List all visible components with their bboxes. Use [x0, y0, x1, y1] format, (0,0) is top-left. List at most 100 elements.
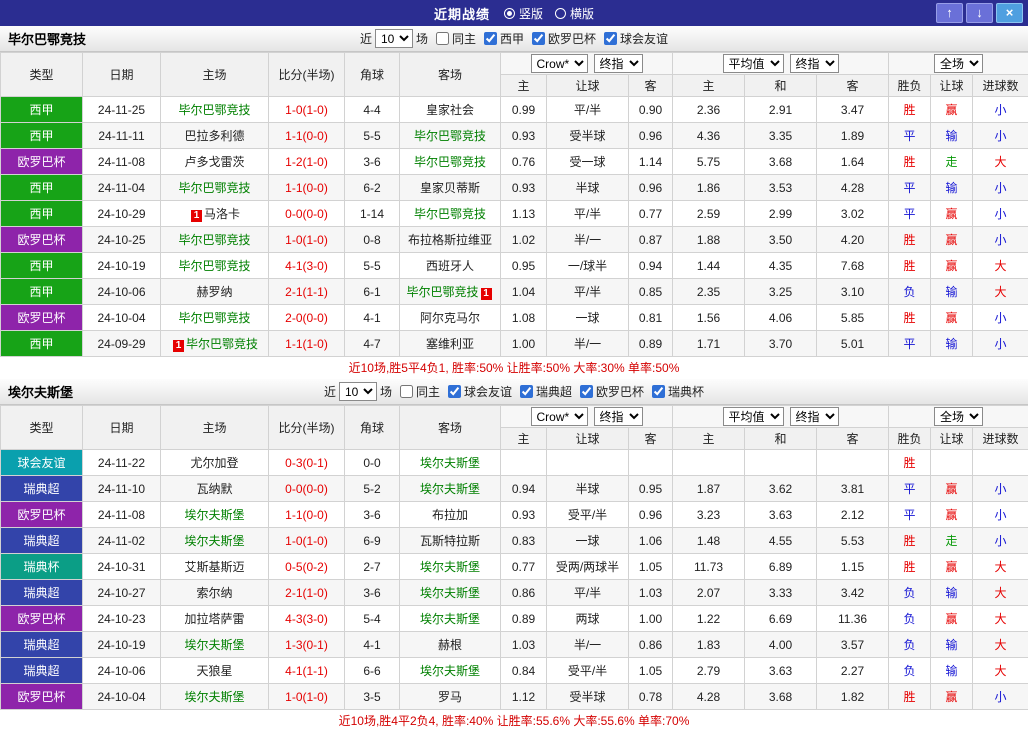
avg-draw: 3.62 [744, 475, 818, 502]
layout-radio-horizontal[interactable]: 横版 [555, 5, 594, 22]
match-score: 1-1(0-0) [268, 501, 345, 528]
filter-checkbox[interactable] [447, 385, 461, 398]
filter-checkbox-item[interactable]: 同主 [399, 383, 440, 400]
match-score: 1-2(1-0) [268, 148, 345, 175]
filter-checkbox[interactable] [580, 385, 594, 398]
home-team-name: 埃尔夫斯堡 [184, 508, 245, 522]
move-down-button[interactable]: ↓ [966, 3, 993, 23]
column-subheader: 胜负 [888, 427, 932, 450]
avg-away: 1.82 [816, 683, 890, 710]
scope-select[interactable]: 全场 [934, 54, 984, 73]
avg-home: 1.86 [672, 174, 746, 201]
match-date: 24-11-08 [82, 148, 161, 175]
filter-checkbox-label: 同主 [451, 32, 476, 46]
away-team: 埃尔夫斯堡 [399, 553, 501, 580]
column-subheader: 客 [816, 427, 890, 450]
scope-select[interactable]: 全场 [934, 407, 984, 426]
close-button[interactable]: × [996, 3, 1023, 23]
column-header: 比分(半场) [268, 52, 345, 97]
league-badge: 西甲 [0, 200, 83, 227]
away-team: 毕尔巴鄂竞技 1 [399, 278, 501, 305]
summary-line: 近10场,胜4平2负4, 胜率:40% 让胜率:55.6% 大率:55.6% 单… [338, 714, 690, 728]
avg-away [816, 449, 890, 476]
odds-home: 0.86 [500, 579, 547, 606]
result-outcome: 胜 [888, 148, 932, 175]
league-badge: 瑞典超 [0, 579, 83, 606]
away-team-name: 毕尔巴鄂竞技 [413, 155, 486, 169]
odds-home: 1.08 [500, 304, 547, 331]
layout-radio-vertical[interactable]: 竖版 [503, 5, 543, 22]
odds-stage-select[interactable]: 终指 [593, 54, 643, 73]
match-row: 西甲 24-10-06 赫罗纳 2-1(1-1) 6-1 毕尔巴鄂竞技 1 1.04 平/半 0.… [0, 278, 1028, 305]
filter-checkbox[interactable] [399, 385, 413, 398]
odds-source-select[interactable]: Crow* [530, 407, 588, 426]
away-team-name: 埃尔夫斯堡 [419, 586, 480, 600]
odds-handicap: 受平/半 [546, 501, 629, 528]
filter-checkbox-item[interactable]: 球会友谊 [604, 30, 668, 47]
avg-draw: 4.35 [744, 252, 818, 279]
avg-stage-select[interactable]: 终指 [789, 407, 839, 426]
league-badge: 欧罗巴杯 [0, 605, 83, 632]
home-team-name: 埃尔夫斯堡 [184, 534, 245, 548]
result-handicap: 赢 [930, 683, 974, 710]
filter-checkbox[interactable] [520, 385, 533, 398]
filter-checkbox-item[interactable]: 欧罗巴杯 [580, 383, 644, 400]
away-team-name: 埃尔夫斯堡 [419, 456, 480, 470]
avg-home: 2.07 [672, 579, 746, 606]
avg-away: 5.01 [816, 330, 890, 357]
filter-checkbox-item[interactable]: 欧罗巴杯 [532, 30, 596, 47]
filter-checkbox-item[interactable]: 瑞典杯 [652, 383, 704, 400]
filter-checkbox[interactable] [435, 32, 449, 45]
avg-home: 1.87 [672, 475, 746, 502]
avg-away: 11.36 [816, 605, 890, 632]
avg-away: 3.47 [816, 96, 890, 123]
corner-score: 5-2 [344, 475, 400, 502]
home-team: 埃尔夫斯堡 [160, 527, 269, 554]
avg-source-select[interactable]: 平均值 [722, 54, 784, 73]
avg-draw: 3.68 [744, 683, 818, 710]
odds-stage-select[interactable]: 终指 [593, 407, 643, 426]
avg-home: 1.83 [672, 631, 746, 658]
filter-prefix: 近 [359, 32, 372, 46]
odds-handicap: 受半球 [546, 683, 629, 710]
match-row: 瑞典超 24-11-10 瓦纳默 0-0(0-0) 5-2 埃尔夫斯堡 0.94 半球 0.95… [0, 475, 1028, 502]
filter-checkbox[interactable] [652, 385, 666, 398]
filter-checkbox[interactable] [604, 32, 618, 45]
avg-away: 3.57 [816, 631, 890, 658]
team-section-bar: 埃尔夫斯堡 近 10 场 同主 球会友谊 瑞典超 欧罗巴杯 瑞典杯 [0, 379, 1028, 405]
result-handicap: 赢 [930, 200, 974, 227]
filter-checkbox-label: 球会友谊 [463, 385, 512, 399]
result-outcome: 胜 [888, 527, 932, 554]
filter-checkbox-label: 瑞典超 [536, 385, 573, 399]
match-date: 24-10-19 [82, 252, 161, 279]
column-header: 类型 [0, 52, 83, 97]
corner-score: 1-14 [344, 200, 400, 227]
filter-checkbox-item[interactable]: 同主 [435, 30, 476, 47]
avg-source-select[interactable]: 平均值 [722, 407, 784, 426]
odds-home: 0.84 [500, 657, 547, 684]
avg-stage-select[interactable]: 终指 [789, 54, 839, 73]
avg-away: 3.42 [816, 579, 890, 606]
odds-source-select[interactable]: Crow* [530, 54, 588, 73]
column-subheader: 让球 [546, 427, 629, 450]
match-score: 1-0(1-0) [268, 226, 345, 253]
home-team: 索尔纳 [160, 579, 269, 606]
avg-draw: 3.63 [744, 657, 818, 684]
up-arrow-icon: ↑ [946, 5, 953, 20]
titlebar-center: 近期战绩 竖版 横版 [434, 4, 594, 23]
filter-checkbox-item[interactable]: 球会友谊 [447, 383, 512, 400]
filter-checkbox[interactable] [484, 32, 497, 45]
filter-checkbox-item[interactable]: 西甲 [484, 30, 524, 47]
away-team: 毕尔巴鄂竞技 [399, 200, 501, 227]
match-count-select[interactable]: 10 [374, 29, 413, 48]
move-up-button[interactable]: ↑ [936, 3, 963, 23]
filter-checkbox[interactable] [532, 32, 546, 45]
match-score: 1-1(0-0) [268, 174, 345, 201]
match-row: 西甲 24-11-11 巴拉多利德 1-1(0-0) 5-5 毕尔巴鄂竞技 0.93 受半球 0… [0, 122, 1028, 149]
matches-table: 类型 日期 主场 比分(半场) 角球 客场 Crow* 终指 平均值 终指 全场主让球客主和客胜负让… [0, 405, 1028, 710]
away-team: 西班牙人 [399, 252, 501, 279]
home-team-name: 埃尔夫斯堡 [184, 638, 245, 652]
match-count-select[interactable]: 10 [338, 382, 377, 401]
avg-draw: 3.63 [744, 501, 818, 528]
filter-checkbox-item[interactable]: 瑞典超 [520, 383, 572, 400]
